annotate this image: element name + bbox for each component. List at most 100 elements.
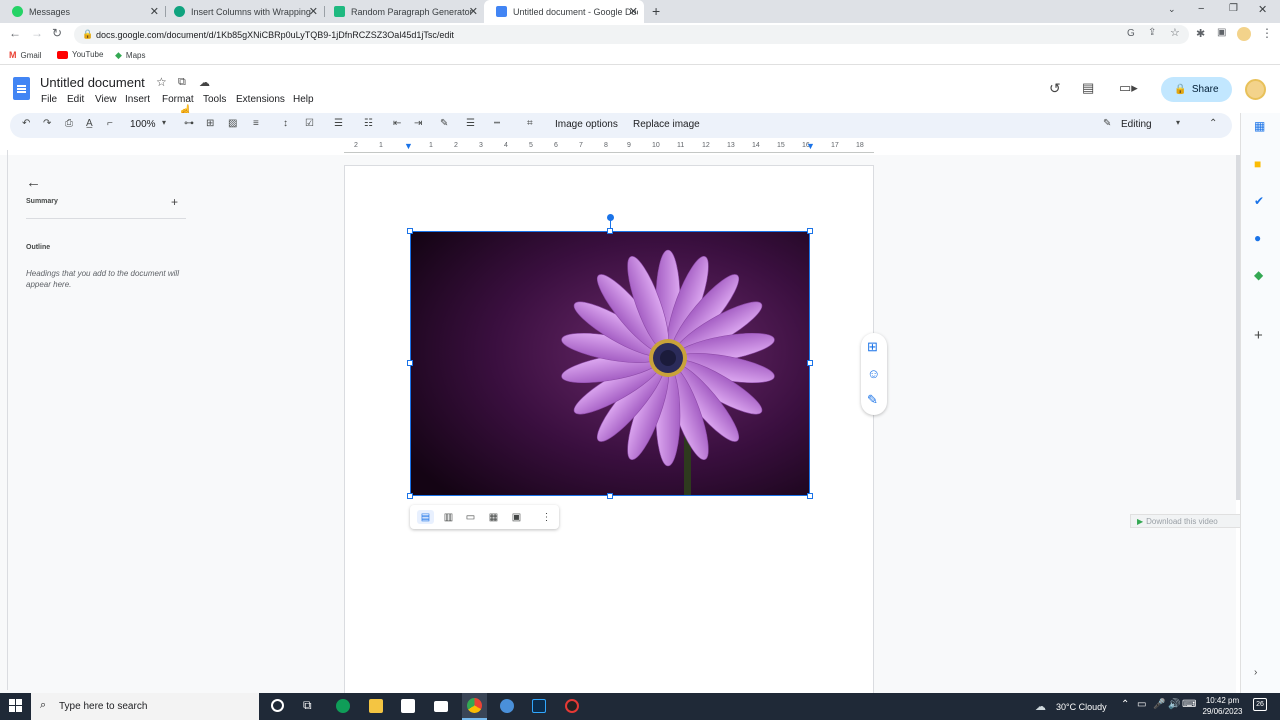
inline-wrap-icon[interactable]: ▤ <box>417 510 434 524</box>
notifications-icon[interactable]: 26 <box>1253 698 1267 711</box>
docs-logo-icon[interactable] <box>13 77 30 100</box>
taskbar-search[interactable]: ⌕ Type here to search <box>31 693 259 720</box>
add-summary-icon[interactable]: + <box>171 195 178 209</box>
tab-insert-columns[interactable]: Insert Columns with Wrapping ✕ <box>162 0 324 23</box>
weather-text[interactable]: 30°C Cloudy <box>1056 702 1107 712</box>
tab-random-paragraph[interactable]: Random Paragraph Generator — ✕ <box>322 0 484 23</box>
account-avatar[interactable] <box>1245 79 1266 100</box>
hide-menus-chevron-icon[interactable]: ⌃ <box>1209 118 1217 129</box>
edge-icon[interactable] <box>336 699 350 713</box>
rotate-handle[interactable] <box>607 214 614 221</box>
insert-link-icon[interactable]: ⊶ <box>184 118 194 129</box>
get-addons-icon[interactable]: + <box>1254 327 1263 344</box>
menu-tools[interactable]: Tools <box>203 94 226 105</box>
border-dash-icon[interactable]: ┅ <box>494 118 500 129</box>
keep-icon[interactable]: ■ <box>1254 157 1261 171</box>
mail-icon[interactable] <box>434 701 448 712</box>
horizontal-ruler[interactable]: 2 1 ▼ 1 2 3 4 5 6 7 8 9 10 11 12 13 14 1… <box>344 141 874 154</box>
extensions-puzzle-icon[interactable]: ✱ <box>1196 27 1205 40</box>
show-side-panel-chevron-icon[interactable]: › <box>1254 667 1257 678</box>
close-icon[interactable]: ✕ <box>309 5 318 18</box>
contacts-icon[interactable]: ● <box>1254 231 1261 245</box>
align-icon[interactable]: ≡ <box>253 118 259 129</box>
maps-icon[interactable]: ◆ <box>1254 268 1263 282</box>
resize-handle[interactable] <box>607 493 613 499</box>
close-icon[interactable]: ✕ <box>150 5 159 18</box>
more-vert-icon[interactable]: ⋮ <box>1261 26 1273 40</box>
new-tab-icon[interactable]: + <box>652 3 660 19</box>
add-emoji-icon[interactable]: ☺ <box>867 366 880 381</box>
insert-image-icon[interactable]: ▨ <box>228 118 237 129</box>
indent-marker-icon[interactable]: ▼ <box>404 141 413 151</box>
close-window-icon[interactable]: ✕ <box>1258 3 1267 16</box>
add-comment-icon[interactable]: ⊞ <box>867 339 878 355</box>
more-options-icon[interactable]: ⋮ <box>538 510 555 524</box>
profile-avatar[interactable] <box>1237 27 1251 41</box>
tab-messages[interactable]: Messages ✕ <box>0 0 165 23</box>
replace-image-button[interactable]: Replace image <box>633 119 700 130</box>
zoom-select[interactable]: 100% <box>130 119 156 130</box>
forward-arrow-icon[interactable]: → <box>31 26 43 40</box>
image-options-button[interactable]: Image options <box>555 119 618 130</box>
move-folder-icon[interactable]: ⧉ <box>178 76 186 89</box>
share-button[interactable]: 🔒 Share <box>1161 77 1232 102</box>
microphone-icon[interactable]: 🎤 <box>1153 699 1165 710</box>
windows-start-icon[interactable] <box>9 699 22 712</box>
close-icon[interactable]: ✕ <box>469 5 478 18</box>
menu-extensions[interactable]: Extensions <box>236 94 285 105</box>
line-spacing-icon[interactable]: ↕ <box>283 118 288 129</box>
volume-icon[interactable]: 🔊 <box>1168 699 1180 710</box>
back-arrow-icon[interactable]: ← <box>9 26 21 40</box>
resize-handle[interactable] <box>807 493 813 499</box>
tab-search-icon[interactable]: ⌄ <box>1168 4 1176 15</box>
in-front-of-text-icon[interactable]: ▣ <box>508 510 525 524</box>
decrease-indent-icon[interactable]: ⇤ <box>393 118 401 129</box>
resize-handle[interactable] <box>407 360 413 366</box>
store-icon[interactable] <box>401 699 415 713</box>
wrap-text-icon[interactable]: ▥ <box>440 510 457 524</box>
paint-format-icon[interactable]: ⌐ <box>107 118 113 129</box>
behind-text-icon[interactable]: ▦ <box>485 510 502 524</box>
resize-handle[interactable] <box>407 493 413 499</box>
chrome-taskbar-active[interactable] <box>462 693 487 720</box>
close-icon[interactable]: ✕ <box>629 5 638 18</box>
bulleted-list-icon[interactable]: ☰ <box>334 118 343 129</box>
menu-help[interactable]: Help <box>293 94 314 105</box>
undo-icon[interactable]: ↶ <box>22 118 30 129</box>
reload-icon[interactable]: ↻ <box>52 26 62 40</box>
tab-untitled-document[interactable]: Untitled document - Google Doc ✕ <box>484 0 644 23</box>
flower-image[interactable] <box>410 231 810 496</box>
task-view-icon[interactable]: ⧉ <box>303 698 312 713</box>
resize-handle[interactable] <box>607 228 613 234</box>
print-icon[interactable]: ⎙ <box>65 118 73 129</box>
minimize-icon[interactable]: − <box>1198 3 1204 15</box>
tasks-icon[interactable]: ✔ <box>1254 194 1264 208</box>
cortana-icon[interactable] <box>271 699 284 712</box>
chevron-down-icon[interactable]: ▾ <box>1176 118 1180 127</box>
resize-handle[interactable] <box>807 228 813 234</box>
side-panel-icon[interactable]: ▣ <box>1217 27 1226 38</box>
close-outline-arrow-icon[interactable]: ← <box>26 174 41 191</box>
crop-icon[interactable]: ⌗ <box>527 118 533 129</box>
border-weight-icon[interactable]: ☰ <box>466 118 475 129</box>
star-icon[interactable]: ☆ <box>156 75 167 89</box>
spellcheck-icon[interactable]: A̲ <box>86 118 93 129</box>
menu-file[interactable]: File <box>41 94 57 105</box>
document-title[interactable]: Untitled document <box>40 75 145 90</box>
bookmark-gmail[interactable]: M Gmail <box>9 50 41 60</box>
menu-view[interactable]: View <box>95 94 117 105</box>
comments-icon[interactable]: ▤ <box>1082 80 1094 96</box>
version-history-icon[interactable]: ↺ <box>1049 80 1061 97</box>
suggest-edits-icon[interactable]: ✎ <box>867 392 878 408</box>
system-clock[interactable]: 10:42 pm 29/06/2023 <box>1195 695 1250 717</box>
restore-icon[interactable]: ❐ <box>1229 3 1238 14</box>
break-text-icon[interactable]: ▭ <box>462 510 479 524</box>
share-page-icon[interactable]: ⇪ <box>1148 27 1156 38</box>
resize-handle[interactable] <box>807 360 813 366</box>
recorder-icon[interactable] <box>565 699 579 713</box>
bookmark-youtube[interactable]: YouTube <box>57 50 103 59</box>
add-comment-icon[interactable]: ⊞ <box>206 118 214 129</box>
google-lens-icon[interactable]: G <box>1127 28 1135 39</box>
app-icon[interactable] <box>500 699 514 713</box>
omnibox[interactable]: 🔒 docs.google.com/document/d/1Kb85gXNiCB… <box>74 25 1189 44</box>
